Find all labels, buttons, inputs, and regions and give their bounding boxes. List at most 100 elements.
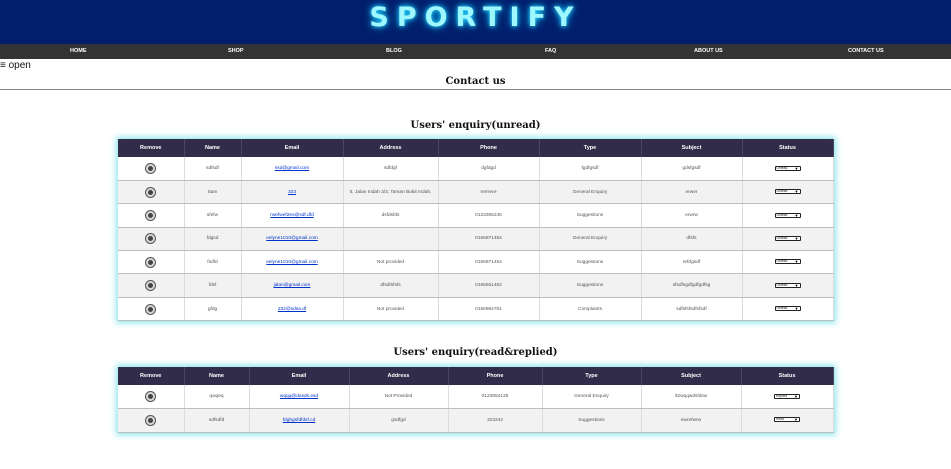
status-dropdown[interactable]: Unread ▼ xyxy=(774,259,801,265)
status-dropdown[interactable]: Unread ▼ xyxy=(774,235,801,241)
email-cell[interactable]: 323 xyxy=(241,180,344,205)
column-header-status: Status xyxy=(742,139,834,157)
status-dropdown[interactable]: Read ▼ xyxy=(774,417,800,423)
remove-button-icon[interactable] xyxy=(145,414,157,426)
nav-contact-us[interactable]: CONTACT US xyxy=(848,44,884,59)
table-row: fdgsd eelyne1010@gmail.com 0165871452 Gener… xyxy=(118,227,834,252)
status-dropdown[interactable]: Unread ▼ xyxy=(774,189,801,195)
status-value: Unread xyxy=(776,235,788,240)
read-enquiry-table: Remove Name Email Address Phone Type Subject St… xyxy=(118,367,834,433)
status-dropdown[interactable]: Replied ▼ xyxy=(774,393,800,399)
address-cell: Not Provided xyxy=(349,385,449,409)
chevron-down-icon: ▼ xyxy=(794,306,799,312)
email-cell[interactable]: wqqq@dasds.esd xyxy=(249,385,350,409)
status-cell: Unread ▼ xyxy=(742,250,834,275)
column-header-status: Status xyxy=(741,367,834,385)
remove-button-icon[interactable] xyxy=(145,233,157,245)
nav-faq[interactable]: FAQ xyxy=(545,44,556,59)
subject-cell: ewrefwrw xyxy=(641,408,742,433)
site-logo[interactable]: SPORTIFY xyxy=(0,2,951,33)
column-header-email: Email xyxy=(249,367,350,385)
column-header-name: Name xyxy=(184,139,242,157)
subject-cell: dfsfs xyxy=(641,227,743,252)
phone-cell: 0123654125 xyxy=(448,385,543,409)
type-cell: Complaints xyxy=(539,297,642,322)
remove-button-icon[interactable] xyxy=(145,162,157,174)
status-dropdown[interactable]: Unread ▼ xyxy=(774,282,801,288)
table-header-row: Remove Name Email Address Phone Type Subject St… xyxy=(118,139,834,157)
remove-cell xyxy=(118,180,185,205)
address-cell: sdfdgf xyxy=(343,157,439,181)
subject-cell: erwer xyxy=(641,180,743,205)
address-cell: dfsdfsfsfs xyxy=(343,273,439,298)
column-header-remove: Remove xyxy=(118,367,185,385)
status-dropdown[interactable]: Unread ▼ xyxy=(774,165,801,171)
status-value: Replied xyxy=(776,393,788,398)
site-header: SPORTIFY xyxy=(0,0,951,44)
remove-button-icon[interactable] xyxy=(145,209,157,221)
table-row: fsdfd eelyne1010@gmail.com Not provided 016… xyxy=(118,250,834,275)
name-cell: fdgsd xyxy=(184,227,242,252)
nav-home[interactable]: HOME xyxy=(70,44,87,59)
nav-shop[interactable]: SHOP xyxy=(228,44,244,59)
email-cell[interactable]: eelyne1010@gmail.com xyxy=(241,227,344,252)
table-row: qwqeq wqqq@dasds.esd Not Provided 012365412… xyxy=(118,385,834,409)
type-cell: General Enquiry xyxy=(539,227,642,252)
type-cell: Suggestions xyxy=(539,273,642,298)
remove-button-icon[interactable] xyxy=(145,186,157,198)
email-cell[interactable]: 232@sdsa.df xyxy=(241,297,344,322)
phone-cell: dgfdgd xyxy=(438,157,540,181)
remove-button-icon[interactable] xyxy=(145,280,157,292)
phone-cell: 0123365245 xyxy=(438,203,540,228)
nav-about-us[interactable]: ABOUT US xyxy=(694,44,723,59)
table-row: sfefw rwefwef2es@sdf.dfd dsfdsfds 012336524… xyxy=(118,203,834,228)
email-cell[interactable]: fdghgsfdfdsf.cd xyxy=(249,408,350,433)
nav-blog[interactable]: BLOG xyxy=(386,44,402,59)
status-dropdown[interactable]: Unread ▼ xyxy=(774,306,801,312)
unread-enquiry-table: Remove Name Email Address Phone Type Subject St… xyxy=(118,139,834,322)
type-cell: Suggestions xyxy=(539,203,642,228)
column-header-subject: Subject xyxy=(641,139,743,157)
email-cell[interactable]: jalan@gmail.com xyxy=(241,273,344,298)
address-cell: 5, Jalan Indah 3/3, Taman Bukit Indah, xyxy=(343,180,439,205)
chevron-down-icon: ▼ xyxy=(794,165,799,171)
subject-cell: sfsdfsgdfgdfgdfsg xyxy=(641,273,743,298)
chevron-down-icon: ▼ xyxy=(794,417,798,423)
table-row: Sam 323 5, Jalan Indah 3/3, Taman Bukit In… xyxy=(118,180,834,205)
status-value: Read xyxy=(776,417,784,422)
sidebar-open-toggle[interactable]: ≡ open xyxy=(0,60,31,72)
address-cell: gsdfgd xyxy=(349,408,449,433)
column-header-type: Type xyxy=(542,367,642,385)
name-cell: sdfsdf xyxy=(184,157,242,181)
hamburger-icon: ≡ xyxy=(0,60,6,71)
remove-button-icon[interactable] xyxy=(145,256,157,268)
name-cell: sdfsdfd xyxy=(184,408,250,433)
remove-button-icon[interactable] xyxy=(145,303,157,315)
status-cell: Replied ▼ xyxy=(741,385,834,409)
status-cell: Unread ▼ xyxy=(742,273,834,298)
address-cell: Not provided xyxy=(343,250,439,275)
subject-cell: erwrw xyxy=(641,203,743,228)
status-dropdown[interactable]: Unread ▼ xyxy=(774,212,801,218)
page-title: Contact us xyxy=(445,76,506,87)
chevron-down-icon: ▼ xyxy=(794,282,799,288)
chevron-down-icon: ▼ xyxy=(794,393,798,399)
email-cell[interactable]: eelyne1010@gmail.com xyxy=(241,250,344,275)
email-cell[interactable]: ssd@gmail.com xyxy=(241,157,344,181)
email-cell[interactable]: rwefwef2es@sdf.dfd xyxy=(241,203,344,228)
column-header-address: Address xyxy=(343,139,439,157)
column-header-phone: Phone xyxy=(448,367,543,385)
column-header-subject: Subject xyxy=(641,367,742,385)
type-cell: Suggestions xyxy=(539,250,642,275)
column-header-phone: Phone xyxy=(438,139,540,157)
open-label: open xyxy=(8,60,31,71)
subject-cell: gdsfgsdf xyxy=(641,157,743,181)
remove-cell xyxy=(118,408,185,433)
name-cell: sfefw xyxy=(184,203,242,228)
main-nav: HOME SHOP BLOG FAQ ABOUT US CONTACT US xyxy=(0,44,951,59)
phone-cell: rerrrere xyxy=(438,180,540,205)
remove-cell xyxy=(118,385,185,409)
remove-button-icon[interactable] xyxy=(145,391,157,402)
remove-cell xyxy=(118,227,185,252)
address-cell: dsfdsfds xyxy=(343,203,439,228)
